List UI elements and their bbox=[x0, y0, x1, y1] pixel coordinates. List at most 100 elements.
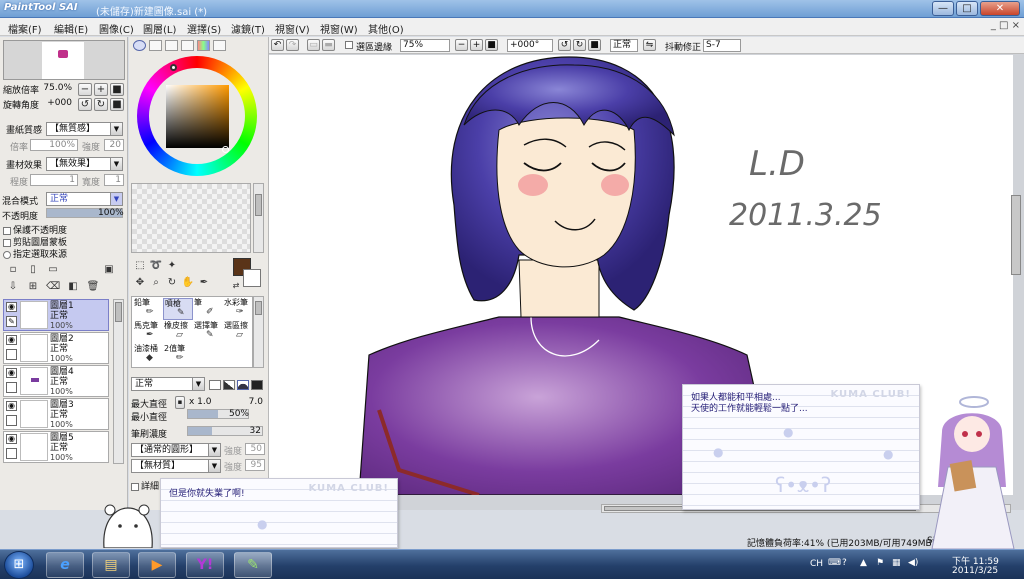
canvas-rotate-reset-button[interactable]: ■ bbox=[588, 39, 601, 51]
scratchpad-area[interactable] bbox=[131, 183, 251, 253]
zoom-icon[interactable]: ⌕ bbox=[149, 276, 163, 290]
zoom-out-button[interactable]: − bbox=[78, 83, 92, 96]
eye-icon[interactable]: ◉ bbox=[6, 335, 17, 345]
start-button[interactable]: ⊞ bbox=[4, 551, 34, 579]
menu-others[interactable]: 其他(O) bbox=[368, 21, 404, 36]
selection-source-radio[interactable] bbox=[3, 250, 11, 259]
layer-lock-box[interactable] bbox=[6, 382, 17, 393]
brush-shape-select[interactable]: 【通常的圓形】 ▼ bbox=[131, 443, 221, 457]
move-icon[interactable]: ✥ bbox=[133, 276, 147, 290]
sai-taskbar-icon[interactable]: ✎ bbox=[234, 552, 272, 578]
secondary-color-swatch[interactable] bbox=[243, 269, 261, 287]
delete-layer-icon[interactable]: 🗑 bbox=[86, 280, 100, 294]
scratchpad-tab-icon[interactable] bbox=[213, 40, 226, 51]
rotate-right-button[interactable]: ↻ bbox=[94, 98, 108, 111]
tool-eraser[interactable]: 橡皮擦 ▱ bbox=[163, 321, 193, 343]
clear-layer-icon[interactable]: ⌫ bbox=[46, 280, 60, 294]
network-icon[interactable]: ▦ bbox=[892, 558, 901, 568]
layer-item[interactable]: ◉ ✎ 圖層1 正常 100% bbox=[3, 299, 109, 331]
ie-taskbar-icon[interactable]: e bbox=[46, 552, 84, 578]
menu-edit[interactable]: 編輯(E) bbox=[54, 21, 88, 36]
mask-icon[interactable]: ◧ bbox=[66, 280, 80, 294]
swatches-tab-icon[interactable] bbox=[197, 40, 210, 51]
color-wheel-tab-icon[interactable] bbox=[133, 40, 146, 51]
menu-file[interactable]: 檔案(F) bbox=[8, 21, 42, 36]
canvas-angle-field[interactable]: +000° bbox=[507, 39, 553, 52]
invert-selection-icon[interactable]: ▬ bbox=[322, 39, 335, 51]
saturation-value-square[interactable] bbox=[166, 85, 229, 148]
effect-degree-value[interactable]: 1 bbox=[30, 174, 78, 186]
new-folder-icon[interactable]: ▭ bbox=[46, 263, 60, 277]
shape-strength-value[interactable]: 50 bbox=[245, 443, 265, 455]
detail-checkbox[interactable] bbox=[131, 482, 139, 491]
merge-down-icon[interactable]: ⊞ bbox=[26, 280, 40, 294]
minimize-button[interactable]: — bbox=[932, 1, 954, 16]
menu-view[interactable]: 視窗(V) bbox=[275, 21, 310, 36]
transfer-down-icon[interactable]: ⇩ bbox=[6, 280, 20, 294]
layer-scrollbar[interactable] bbox=[113, 299, 124, 464]
brush-shape-flat-icon[interactable] bbox=[209, 380, 221, 390]
paper-scale-value[interactable]: 100% bbox=[30, 139, 78, 151]
tool-marker[interactable]: 馬克筆 ✒ bbox=[133, 321, 163, 343]
flip-horizontal-icon[interactable]: ⇋ bbox=[643, 39, 656, 51]
tool-watercolor[interactable]: 水彩筆 ✑ bbox=[223, 298, 253, 320]
stabilizer-select[interactable]: S-7 bbox=[703, 39, 741, 52]
swap-colors-icon[interactable]: ⇄ bbox=[229, 279, 243, 293]
zoom-reset-button[interactable]: ■ bbox=[110, 83, 124, 96]
magic-wand-icon[interactable]: ✦ bbox=[165, 259, 179, 273]
brush-texture-select[interactable]: 【無材質】 ▼ bbox=[131, 459, 221, 473]
angel-mascot[interactable] bbox=[922, 392, 1024, 550]
menu-layer[interactable]: 圖層(L) bbox=[143, 21, 176, 36]
brush-shape-triangle-icon[interactable] bbox=[223, 380, 235, 390]
layer-item[interactable]: ◉ 圖層4 正常 100% bbox=[3, 365, 109, 397]
eye-icon[interactable]: ◉ bbox=[6, 401, 17, 411]
rotate-icon[interactable]: ↻ bbox=[165, 276, 179, 290]
document-window-controls[interactable]: _ □ × bbox=[991, 20, 1020, 31]
hsv-slider-tab-icon[interactable] bbox=[165, 40, 178, 51]
eye-icon[interactable]: ◉ bbox=[6, 368, 17, 378]
new-linework-layer-icon[interactable]: ▯ bbox=[26, 263, 40, 277]
layer-properties-icon[interactable]: ▣ bbox=[102, 263, 116, 277]
paper-effect-select[interactable]: 【無效果】 ▼ bbox=[46, 157, 123, 171]
sv-knob[interactable] bbox=[222, 146, 229, 153]
layer-lock-box[interactable] bbox=[6, 448, 17, 459]
menu-selection[interactable]: 選擇(S) bbox=[187, 21, 221, 36]
redo-icon[interactable]: ↷ bbox=[286, 39, 299, 51]
deselect-icon[interactable]: ▭ bbox=[307, 39, 320, 51]
canvas-zoom-reset-button[interactable]: ■ bbox=[485, 39, 498, 51]
texture-strength-value[interactable]: 95 bbox=[245, 459, 265, 471]
size-preset-icon[interactable]: ▪ bbox=[175, 396, 185, 409]
new-layer-icon[interactable]: ▫ bbox=[6, 263, 20, 277]
brush-shape-round-icon[interactable] bbox=[237, 380, 249, 390]
volume-icon[interactable]: ◀) bbox=[908, 558, 918, 568]
effect-width-value[interactable]: 1 bbox=[104, 174, 124, 186]
detail-option[interactable]: 詳細 bbox=[131, 479, 159, 492]
canvas-zoom-field[interactable]: 75% bbox=[400, 39, 450, 52]
canvas-vertical-scrollbar[interactable] bbox=[1011, 195, 1021, 275]
eye-icon[interactable]: ◉ bbox=[6, 434, 17, 444]
explorer-taskbar-icon[interactable]: ▤ bbox=[92, 552, 130, 578]
layer-item[interactable]: ◉ 圖層2 正常 100% bbox=[3, 332, 109, 364]
flag-icon[interactable]: ⚑ bbox=[876, 558, 884, 568]
clock-date[interactable]: 2011/3/25 bbox=[952, 566, 998, 576]
language-indicator[interactable]: CH bbox=[810, 559, 823, 569]
rgb-slider-tab-icon[interactable] bbox=[149, 40, 162, 51]
selection-source-option[interactable]: 指定選取來源 bbox=[3, 247, 67, 260]
layer-lock-box[interactable] bbox=[6, 415, 17, 426]
brush-shape-square-icon[interactable] bbox=[251, 380, 263, 390]
lasso-icon[interactable]: ➰ bbox=[149, 259, 163, 273]
eyedropper-icon[interactable]: ✒ bbox=[197, 276, 211, 290]
rect-select-icon[interactable]: ⬚ bbox=[133, 259, 147, 273]
rotate-reset-button[interactable]: ■ bbox=[110, 98, 124, 111]
media-player-taskbar-icon[interactable]: ▶ bbox=[138, 552, 176, 578]
preserve-opacity-checkbox[interactable] bbox=[3, 226, 11, 235]
canvas-zoom-in-button[interactable]: + bbox=[470, 39, 483, 51]
undo-icon[interactable]: ↶ bbox=[271, 39, 284, 51]
color-mixer-tab-icon[interactable] bbox=[181, 40, 194, 51]
yahoo-messenger-taskbar-icon[interactable]: Y! bbox=[186, 552, 224, 578]
brush-lock-icon[interactable]: ✎ bbox=[6, 316, 17, 327]
canvas-rotate-left-button[interactable]: ↺ bbox=[558, 39, 571, 51]
help-icon[interactable]: ? bbox=[842, 558, 847, 568]
clipping-checkbox[interactable] bbox=[3, 238, 11, 247]
tool-grid-scrollbar[interactable] bbox=[253, 296, 264, 368]
